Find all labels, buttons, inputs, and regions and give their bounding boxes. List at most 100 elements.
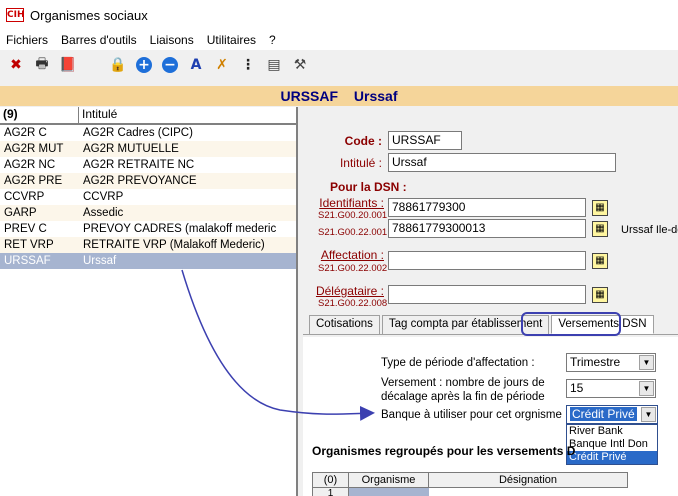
organismes-list: (9) Intitulé AG2R C AG2R Cadres (CIPC) AG… <box>0 107 298 496</box>
banque-select[interactable]: Crédit Privé ▼ <box>566 405 658 424</box>
identifiants-label: Identifiants : <box>319 196 384 210</box>
list-item[interactable]: PREV C PREVOY CADRES (malakoff mederic <box>0 221 296 237</box>
window-title: Organismes sociaux <box>30 7 148 23</box>
type-periode-label: Type de période d'affectation : <box>381 357 535 369</box>
menu-help[interactable]: ? <box>269 33 276 47</box>
jours-decalage-value: 15 <box>570 381 584 395</box>
list-item-label: PREVOY CADRES (malakoff mederic <box>83 223 277 235</box>
tab-versements-dsn[interactable]: Versements DSN <box>551 315 654 334</box>
menu-barres-outils[interactable]: Barres d'outils <box>61 33 137 47</box>
list-item-label: AG2R PREVOYANCE <box>83 175 197 187</box>
tab-bar: Cotisations Tag compta par établissement… <box>303 315 678 335</box>
toolbar: ✖ 🖶 📕 🔒 + − A ✗ ⋮ ▤ ⚒ <box>0 52 678 78</box>
tab-cotisations[interactable]: Cotisations <box>309 315 380 334</box>
check-icon[interactable]: ✗ <box>211 54 233 76</box>
chevron-down-icon[interactable]: ▼ <box>641 407 656 422</box>
list-item-code: GARP <box>4 207 37 219</box>
book-icon[interactable]: 📕 <box>57 54 79 76</box>
delegataire-label: Délégataire : <box>315 284 384 298</box>
identifiant-organisme-text: Urssaf Ile-de <box>621 224 678 236</box>
banque-label: Banque à utiliser pour cet orgnisme <box>381 409 562 421</box>
list-item-label: AG2R MUTUELLE <box>83 143 179 155</box>
list-count-header[interactable]: (9) <box>0 107 79 123</box>
list-item[interactable]: CCVRP CCVRP <box>0 189 296 205</box>
banque-option-selected[interactable]: Crédit Privé <box>567 451 657 464</box>
list-item-code: CCVRP <box>4 191 45 203</box>
table-row[interactable]: 1 <box>312 488 628 496</box>
record-code: URSSAF <box>280 88 339 104</box>
dsn-section-title: Pour la DSN : <box>330 180 407 194</box>
identifiants-code-2: S21.G00.22.001 <box>318 227 388 238</box>
affectation-code: S21.G00.22.002 <box>318 263 388 274</box>
menu-utilitaires[interactable]: Utilitaires <box>207 33 256 47</box>
code-label: Code : <box>344 134 382 148</box>
banque-dropdown: River Bank Banque Intl Don Crédit Privé <box>566 424 658 465</box>
list-item-code: AG2R NC <box>4 159 56 171</box>
lookup-icon[interactable]: ▦ <box>592 253 608 269</box>
list-item-code: URSSAF <box>4 255 51 267</box>
chevron-down-icon[interactable]: ▼ <box>639 355 654 370</box>
list-item-code: PREV C <box>4 223 47 235</box>
jours-decalage-label-1: Versement : nombre de jours de <box>381 377 545 389</box>
type-periode-value: Trimestre <box>570 355 621 369</box>
type-periode-select[interactable]: Trimestre ▼ <box>566 353 656 372</box>
grid-count-header[interactable]: (0) <box>313 473 349 487</box>
record-header: URSSAF Urssaf <box>0 86 678 106</box>
tree-icon[interactable]: ⋮ <box>237 54 259 76</box>
stack-icon[interactable]: ▤ <box>263 54 285 76</box>
menu-liaisons[interactable]: Liaisons <box>150 33 194 47</box>
chevron-down-icon[interactable]: ▼ <box>639 381 654 396</box>
list-item-code: AG2R PRE <box>4 175 63 187</box>
identifiant-field-1[interactable]: 78861779300 <box>388 198 586 217</box>
organismes-regroupes-title: Organismes regroupés pour les versements… <box>312 444 576 458</box>
tab-tag-compta[interactable]: Tag compta par établissement <box>381 315 550 334</box>
add-icon[interactable]: + <box>136 57 152 73</box>
list-item-label: Urssaf <box>83 255 117 267</box>
intitule-label: Intitulé : <box>339 156 382 170</box>
list-item-code: AG2R MUT <box>4 143 64 155</box>
affectation-field[interactable] <box>388 251 586 270</box>
delegataire-code: S21.G00.22.008 <box>318 298 388 309</box>
remove-icon[interactable]: − <box>162 57 178 73</box>
jours-decalage-label-2: décalage après la fin de période <box>381 391 545 403</box>
tools-icon[interactable]: ⚒ <box>289 54 311 76</box>
code-field[interactable]: URSSAF <box>388 131 462 150</box>
banque-value: Crédit Privé <box>570 407 637 421</box>
list-item[interactable]: AG2R C AG2R Cadres (CIPC) <box>0 125 296 141</box>
list-item-selected[interactable]: URSSAF Urssaf <box>0 253 296 269</box>
list-item-label: Assedic <box>83 207 124 219</box>
list-item-code: RET VRP <box>4 239 54 251</box>
record-name: Urssaf <box>353 88 398 104</box>
list-item-label: CCVRP <box>83 191 124 203</box>
grid-organisme-header[interactable]: Organisme <box>349 473 429 487</box>
list-item[interactable]: AG2R NC AG2R RETRAITE NC <box>0 157 296 173</box>
delegataire-field[interactable] <box>388 285 586 304</box>
print-icon[interactable]: 🖶 <box>31 54 53 76</box>
identifiant-field-2[interactable]: 78861779300013 <box>388 219 586 238</box>
app-logo-icon: CIH <box>6 8 25 22</box>
organismes-grid-header: (0) Organisme Désignation <box>312 472 628 488</box>
close-icon[interactable]: ✖ <box>5 54 27 76</box>
intitule-field[interactable]: Urssaf <box>388 153 616 172</box>
list-header: (9) Intitulé <box>0 107 296 125</box>
list-item[interactable]: GARP Assedic <box>0 205 296 221</box>
banque-option[interactable]: Banque Intl Don <box>567 438 657 451</box>
title-bar: CIH Organismes sociaux <box>0 0 678 30</box>
list-item[interactable]: AG2R MUT AG2R MUTUELLE <box>0 141 296 157</box>
list-item[interactable]: RET VRP RETRAITE VRP (Malakoff Mederic) <box>0 237 296 253</box>
lookup-icon[interactable]: ▦ <box>592 287 608 303</box>
row-number: 1 <box>313 488 349 496</box>
row-organisme-cell[interactable] <box>349 488 429 496</box>
lock-icon[interactable]: 🔒 <box>107 54 129 76</box>
affectation-label: Affectation : <box>320 248 384 262</box>
lookup-icon[interactable]: ▦ <box>592 221 608 237</box>
jours-decalage-select[interactable]: 15 ▼ <box>566 379 656 398</box>
font-icon[interactable]: A <box>185 54 207 76</box>
list-item[interactable]: AG2R PRE AG2R PREVOYANCE <box>0 173 296 189</box>
grid-designation-header[interactable]: Désignation <box>429 473 627 487</box>
list-item-code: AG2R C <box>4 127 47 139</box>
list-intitule-header[interactable]: Intitulé <box>79 107 117 123</box>
menu-fichiers[interactable]: Fichiers <box>6 33 48 47</box>
banque-option[interactable]: River Bank <box>567 425 657 438</box>
lookup-icon[interactable]: ▦ <box>592 200 608 216</box>
